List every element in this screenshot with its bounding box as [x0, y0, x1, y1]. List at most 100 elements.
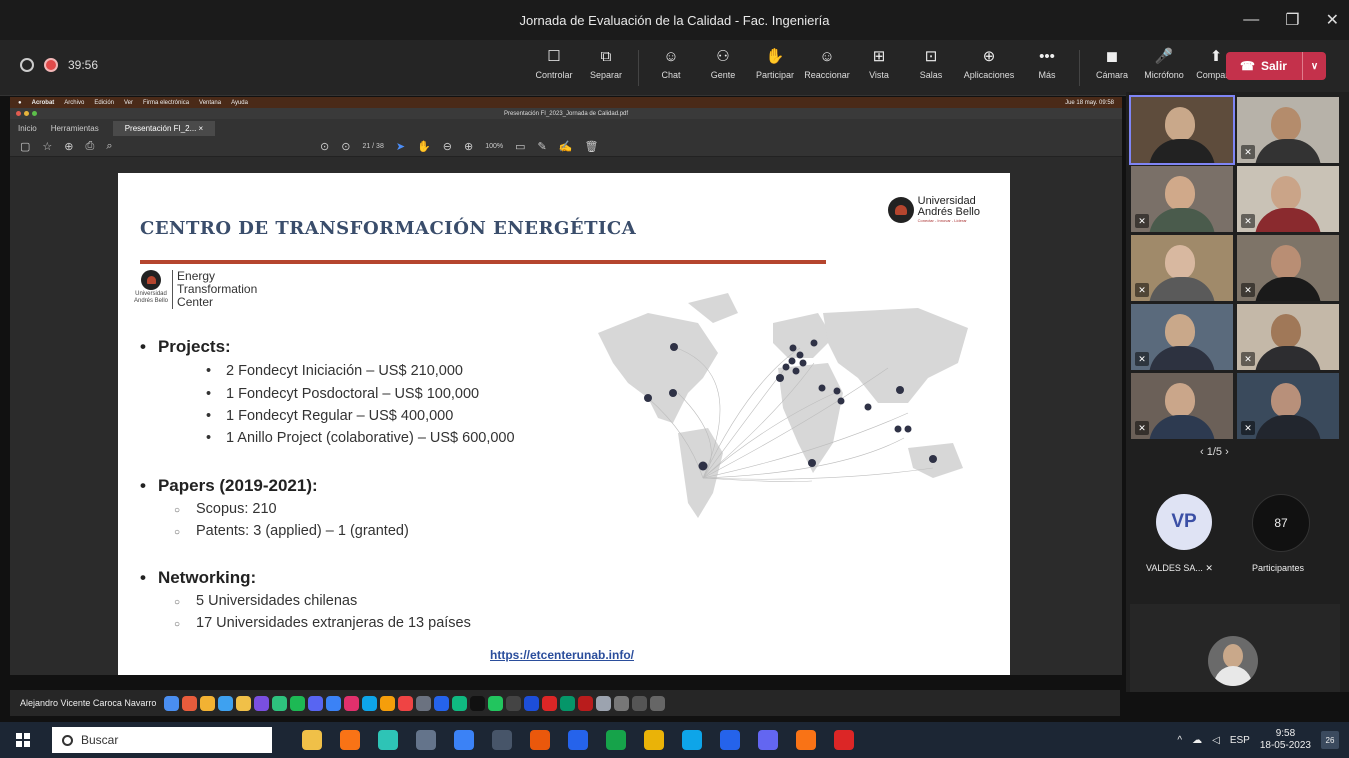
plus-icon: ⊕	[982, 48, 996, 65]
website-link[interactable]: https://etcenterunab.info/	[490, 648, 634, 662]
pop-out-button[interactable]: ⧉ Separar	[580, 46, 632, 90]
app-icon[interactable]	[492, 730, 512, 750]
powerpoint-icon[interactable]	[530, 730, 550, 750]
app-icon[interactable]	[416, 730, 436, 750]
mac-menubar: ● Acrobat Archivo Edición Ver Firma elec…	[10, 97, 1122, 108]
view-button[interactable]: ⊞ Vista	[853, 46, 905, 90]
volume-icon[interactable]: ◁	[1212, 735, 1220, 746]
grid-icon: ⊞	[872, 48, 886, 65]
windows-start-icon[interactable]	[16, 733, 30, 747]
star-icon: ☆	[42, 141, 53, 153]
word-icon[interactable]	[720, 730, 740, 750]
participant-tile[interactable]: ✕	[1131, 304, 1233, 370]
app-icon[interactable]	[644, 730, 664, 750]
windows-taskbar: Buscar ^ ☁ ◁ ESP 9:58 18-05-2023 26	[0, 722, 1349, 758]
window-titlebar: Jornada de Evaluación de la Calidad - Fa…	[0, 0, 1349, 40]
menu-ver: Ver	[124, 99, 134, 106]
pen-icon: ✎	[537, 141, 547, 153]
participant-tile[interactable]: ✕	[1237, 235, 1339, 301]
page-down-icon: ⊙	[341, 141, 351, 153]
tab-inicio: Inicio	[18, 123, 37, 133]
participant-pager[interactable]: ‹ 1/5 ›	[1200, 446, 1229, 458]
raise-hand-button[interactable]: ✋ Participar	[749, 46, 801, 90]
file-explorer-icon[interactable]	[302, 730, 322, 750]
participant-tile[interactable]	[1129, 95, 1235, 165]
bookmark-icon: ▢	[20, 141, 31, 153]
participant-tile[interactable]: ✕	[1237, 97, 1339, 163]
zoom-icon[interactable]	[568, 730, 588, 750]
participants-label: Participantes	[1252, 563, 1305, 573]
leave-options-button[interactable]: ∨	[1302, 52, 1326, 80]
participant-tile[interactable]: ✕	[1131, 373, 1233, 439]
camera-button[interactable]: ◼ Cámara	[1086, 46, 1138, 90]
chevron-up-icon[interactable]: ^	[1177, 735, 1182, 746]
teams-icon[interactable]	[758, 730, 778, 750]
shared-screen: ● Acrobat Archivo Edición Ver Firma elec…	[10, 97, 1122, 675]
avatar[interactable]	[1208, 636, 1258, 686]
mic-off-icon: ✕	[1135, 421, 1149, 435]
meeting-toolbar: 39:56 ☐ Controlar ⧉ Separar ☺ Chat ⚇ Gente ✋…	[0, 40, 1349, 96]
apps-button[interactable]: ⊕ Aplicaciones	[957, 46, 1021, 90]
react-button[interactable]: ☺ Reaccionar	[801, 46, 853, 90]
menu-edicion: Edición	[94, 99, 114, 106]
camera-off-icon: ◼	[1105, 48, 1119, 65]
participant-tile[interactable]: ✕	[1131, 235, 1233, 301]
list-item: • 1 Fondecyt Posdoctoral – US$ 100,000	[206, 386, 480, 402]
list-item: • 1 Fondecyt Regular – US$ 400,000	[206, 408, 454, 424]
tab-herramientas: Herramientas	[50, 123, 99, 133]
participant-tile[interactable]: ✕	[1237, 304, 1339, 370]
maximize-button[interactable]: ❐	[1285, 10, 1299, 30]
unab-seal-icon	[887, 196, 914, 223]
search-input[interactable]: Buscar	[52, 727, 272, 753]
menu-firma: Firma electrónica	[143, 99, 190, 106]
magnifier-icon: ⌕	[106, 140, 113, 152]
participant-tile[interactable]: ✕	[1237, 373, 1339, 439]
mic-off-icon: ✕	[1241, 214, 1255, 228]
acrobat-tabs: Inicio Herramientas Presentación FI_2...…	[10, 119, 1122, 137]
firefox-icon[interactable]	[340, 730, 360, 750]
avatar[interactable]: VP	[1156, 494, 1212, 550]
rooms-button[interactable]: ⊡ Salas	[905, 46, 957, 90]
cursor-icon: ➤	[395, 141, 406, 153]
zoom-level: 100%	[485, 143, 504, 150]
presentation-slide: CENTRO DE TRANSFORMACIÓN ENERGÉTICA Univ…	[118, 173, 1010, 675]
calendar-icon[interactable]	[454, 730, 474, 750]
outlook-icon[interactable]	[682, 730, 702, 750]
more-button[interactable]: ••• Más	[1021, 46, 1073, 90]
excel-icon[interactable]	[606, 730, 626, 750]
etc-seal-icon	[141, 270, 162, 290]
menu-ayuda: Ayuda	[231, 99, 248, 106]
leave-button[interactable]: ☎ Salir ∨	[1226, 52, 1326, 80]
dock-icons	[164, 695, 666, 711]
zoom-out-icon: ⊖	[442, 141, 452, 153]
participant-count[interactable]: 87	[1252, 494, 1310, 552]
close-button[interactable]: ✕	[1326, 10, 1339, 30]
chat-button[interactable]: ☺ Chat	[645, 46, 697, 90]
smiley-icon: ☺	[819, 47, 835, 65]
chrome-icon[interactable]	[796, 730, 816, 750]
people-button[interactable]: ⚇ Gente	[697, 46, 749, 90]
title-underline	[140, 260, 826, 264]
notification-icon[interactable]: 26	[1321, 731, 1339, 749]
sign-icon: ✍	[558, 141, 573, 153]
phone-icon: ☎	[1240, 59, 1255, 73]
search-icon	[62, 734, 73, 746]
people-icon: ⚇	[716, 48, 730, 65]
mac-dock: Alejandro Vicente Caroca Navarro	[10, 690, 1120, 716]
list-item: • 1 Anillo Project (colaborative) – US$ 6…	[206, 430, 515, 446]
language-indicator[interactable]: ESP	[1230, 735, 1250, 746]
app-icon[interactable]	[378, 730, 398, 750]
acrobat-icon[interactable]	[834, 730, 854, 750]
page-indicator: 21 / 38	[362, 143, 384, 150]
clock[interactable]: 9:58 18-05-2023	[1260, 728, 1311, 752]
chat-icon: ☺	[663, 47, 679, 65]
participant-tile[interactable]: ✕	[1237, 166, 1339, 232]
list-item: ○ Scopus: 210	[174, 501, 277, 517]
network-icon[interactable]: ☁	[1192, 735, 1202, 746]
mic-off-icon: ✕	[1241, 145, 1255, 159]
minimize-button[interactable]: —	[1243, 11, 1259, 29]
world-map	[598, 293, 968, 518]
control-button[interactable]: ☐ Controlar	[528, 46, 580, 90]
participant-tile[interactable]: ✕	[1131, 166, 1233, 232]
mic-button[interactable]: 🎤 Micrófono	[1138, 46, 1190, 90]
